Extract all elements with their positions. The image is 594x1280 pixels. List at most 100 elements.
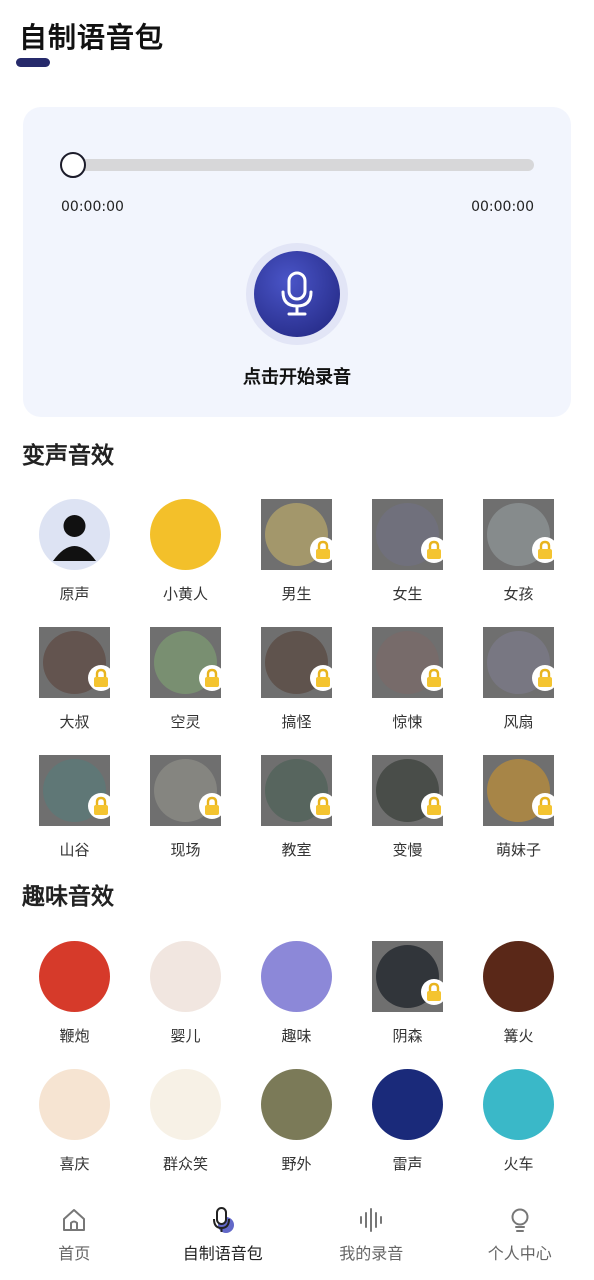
tab-label: 我的录音 <box>339 1244 404 1263</box>
record-hint: 点击开始录音 <box>243 367 351 388</box>
section-title-voice-effects: 变声音效 <box>22 443 114 469</box>
tab-label: 首页 <box>58 1244 91 1263</box>
effect-label: 鞭炮 <box>59 1027 90 1045</box>
tab-label: 个人中心 <box>487 1244 552 1263</box>
effect-item-voice_effects-9[interactable]: 风扇 <box>463 627 574 755</box>
time-end: 00:00:00 <box>471 199 534 215</box>
fun-effects-grid: 鞭炮 婴儿 趣味 阴森 篝火喜庆 群众笑 野外 雷声 火车 <box>19 941 574 1197</box>
fun-box-icon <box>261 941 332 1012</box>
effect-label: 野外 <box>281 1155 312 1173</box>
effect-label: 女生 <box>392 585 423 603</box>
microphone-icon <box>281 271 313 316</box>
progress-track[interactable] <box>73 159 534 171</box>
tab-home[interactable]: 首页 <box>0 1196 149 1280</box>
person-icon <box>39 499 110 570</box>
effect-label: 火车 <box>503 1155 534 1173</box>
record-button[interactable] <box>254 251 340 337</box>
effect-item-fun_effects-4[interactable]: 篝火 <box>463 941 574 1069</box>
lock-icon <box>310 665 336 691</box>
effect-label: 惊悚 <box>392 713 423 731</box>
effect-label: 阴森 <box>392 1027 423 1045</box>
bottom-tab-bar: 首页 自制语音包 我的录音 个人中心 <box>0 1196 594 1280</box>
effect-item-voice_effects-7[interactable]: 搞怪 <box>241 627 352 755</box>
voice-effects-grid: 原声 小黄人 男生 女生 女孩大叔 空灵 搞怪 惊悚 风扇山谷 现场 教室 变慢 萌妹子 <box>19 499 574 883</box>
effect-label: 趣味 <box>281 1027 312 1045</box>
time-start: 00:00:00 <box>61 199 124 215</box>
effect-label: 喜庆 <box>59 1155 90 1173</box>
effect-item-voice_effects-3[interactable]: 女生 <box>352 499 463 627</box>
bonfire-icon <box>483 941 554 1012</box>
tab-profile[interactable]: 个人中心 <box>446 1196 594 1280</box>
lock-icon <box>199 665 225 691</box>
effect-item-voice_effects-12[interactable]: 教室 <box>241 755 352 883</box>
effect-label: 风扇 <box>503 713 534 731</box>
effect-item-voice_effects-10[interactable]: 山谷 <box>19 755 130 883</box>
lock-icon <box>421 665 447 691</box>
lock-icon <box>532 537 558 563</box>
effect-item-fun_effects-1[interactable]: 婴儿 <box>130 941 241 1069</box>
tab-label: 自制语音包 <box>182 1244 263 1263</box>
effect-item-voice_effects-6[interactable]: 空灵 <box>130 627 241 755</box>
tab-my-recordings[interactable]: 我的录音 <box>297 1196 446 1280</box>
effect-item-fun_effects-9[interactable]: 火车 <box>463 1069 574 1197</box>
tab-voice-pack[interactable]: 自制语音包 <box>149 1196 298 1280</box>
effect-label: 搞怪 <box>281 713 312 731</box>
effect-item-fun_effects-0[interactable]: 鞭炮 <box>19 941 130 1069</box>
lock-icon <box>88 793 114 819</box>
effect-label: 婴儿 <box>170 1027 201 1045</box>
outdoor-icon <box>261 1069 332 1140</box>
lantern-icon <box>39 1069 110 1140</box>
baby-icon <box>150 941 221 1012</box>
lock-icon <box>532 665 558 691</box>
effect-item-voice_effects-14[interactable]: 萌妹子 <box>463 755 574 883</box>
effect-label: 女孩 <box>503 585 534 603</box>
effect-label: 篝火 <box>503 1027 534 1045</box>
lock-icon <box>310 793 336 819</box>
lock-icon <box>199 793 225 819</box>
effect-item-voice_effects-5[interactable]: 大叔 <box>19 627 130 755</box>
effect-label: 空灵 <box>170 713 201 731</box>
effect-label: 原声 <box>59 585 90 603</box>
effect-item-voice_effects-11[interactable]: 现场 <box>130 755 241 883</box>
effect-item-voice_effects-0[interactable]: 原声 <box>19 499 130 627</box>
effect-item-voice_effects-2[interactable]: 男生 <box>241 499 352 627</box>
thunder-icon <box>372 1069 443 1140</box>
effect-item-fun_effects-8[interactable]: 雷声 <box>352 1069 463 1197</box>
effect-label: 变慢 <box>392 841 423 859</box>
firecracker-icon <box>39 941 110 1012</box>
minion-icon <box>150 499 221 570</box>
effect-label: 男生 <box>281 585 312 603</box>
effect-label: 雷声 <box>392 1155 423 1173</box>
home-icon <box>63 1209 86 1231</box>
effect-item-fun_effects-3[interactable]: 阴森 <box>352 941 463 1069</box>
lock-icon <box>421 793 447 819</box>
lock-icon <box>532 793 558 819</box>
effect-item-fun_effects-6[interactable]: 群众笑 <box>130 1069 241 1197</box>
lock-icon <box>88 665 114 691</box>
train-icon <box>483 1069 554 1140</box>
lock-icon <box>310 537 336 563</box>
record-card: 00:00:00 00:00:00 点击开始录音 <box>23 107 571 417</box>
effect-item-voice_effects-4[interactable]: 女孩 <box>463 499 574 627</box>
effect-item-fun_effects-2[interactable]: 趣味 <box>241 941 352 1069</box>
page-title: 自制语音包 <box>19 21 165 54</box>
effect-label: 现场 <box>170 841 201 859</box>
effect-label: 教室 <box>281 841 312 859</box>
effect-item-fun_effects-7[interactable]: 野外 <box>241 1069 352 1197</box>
effect-label: 山谷 <box>59 841 90 859</box>
section-title-fun-effects: 趣味音效 <box>22 884 114 910</box>
effect-label: 大叔 <box>59 713 90 731</box>
effect-item-fun_effects-5[interactable]: 喜庆 <box>19 1069 130 1197</box>
microphone-icon <box>212 1207 234 1233</box>
laughing-emoji-icon <box>150 1069 221 1140</box>
effect-label: 群众笑 <box>162 1155 208 1173</box>
waveform-icon <box>360 1208 383 1232</box>
progress-knob[interactable] <box>60 152 86 178</box>
lock-icon <box>421 537 447 563</box>
effect-label: 小黄人 <box>162 585 208 603</box>
effect-label: 萌妹子 <box>495 841 541 859</box>
effect-item-voice_effects-1[interactable]: 小黄人 <box>130 499 241 627</box>
effect-item-voice_effects-8[interactable]: 惊悚 <box>352 627 463 755</box>
lock-icon <box>421 979 447 1005</box>
effect-item-voice_effects-13[interactable]: 变慢 <box>352 755 463 883</box>
